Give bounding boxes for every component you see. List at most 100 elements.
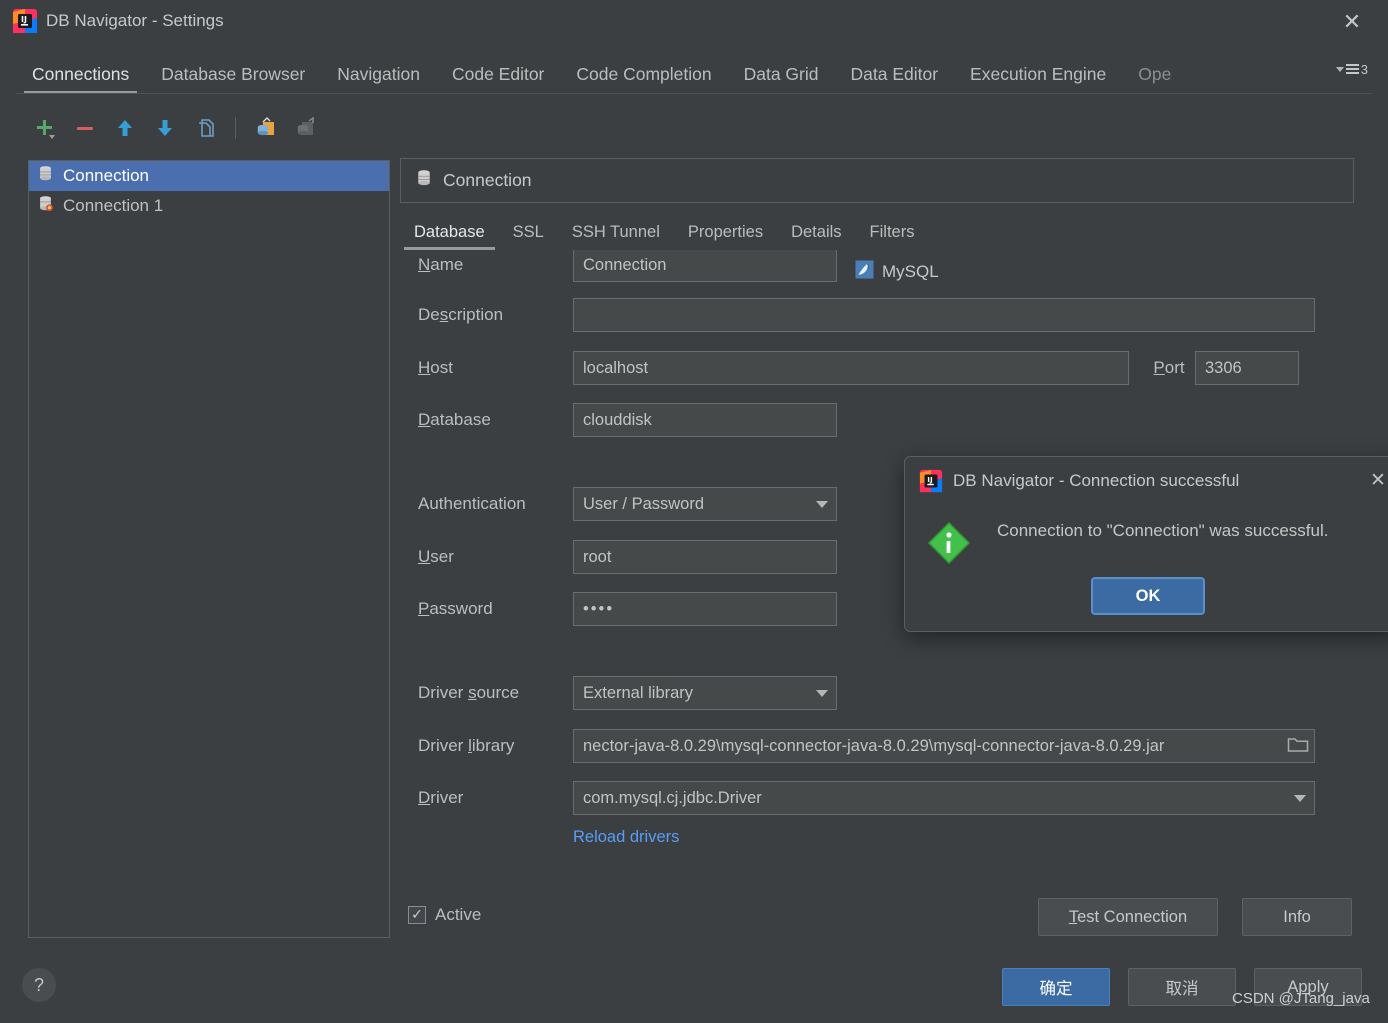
mysql-icon: [855, 260, 874, 284]
tab-execution-engine[interactable]: Execution Engine: [954, 64, 1122, 94]
chevron-down-icon: [816, 689, 828, 697]
svg-text:IJ: IJ: [927, 475, 933, 484]
database-type-label: MySQL: [882, 262, 939, 281]
test-connection-label: Test Connection: [1068, 907, 1188, 926]
connection-list[interactable]: Connection Connection 1: [28, 160, 390, 938]
connection-successful-dialog: IJ DB Navigator - Connection successful …: [904, 456, 1388, 632]
tab-navigation[interactable]: Navigation: [321, 64, 436, 94]
driver-source-label: Driver source: [418, 683, 520, 702]
add-connection-button[interactable]: [28, 111, 62, 145]
duplicate-connection-button[interactable]: [188, 111, 222, 145]
driver-source-select[interactable]: External library: [573, 676, 837, 710]
remove-connection-button[interactable]: [68, 111, 102, 145]
folder-icon[interactable]: [1281, 735, 1309, 758]
subtab-properties[interactable]: Properties: [674, 222, 777, 250]
ok-button[interactable]: 确定: [1002, 968, 1110, 1006]
watermark: CSDN @JTang_java: [1232, 990, 1370, 1007]
tab-code-editor[interactable]: Code Editor: [436, 64, 560, 94]
driver-label: Driver: [418, 788, 464, 807]
import-connection-button[interactable]: [249, 111, 283, 145]
driver-library-label: Driver library: [418, 736, 515, 755]
subtab-ssl[interactable]: SSL: [499, 222, 558, 250]
close-icon[interactable]: ✕: [1363, 465, 1388, 495]
svg-text:IJ: IJ: [21, 15, 27, 24]
close-icon[interactable]: ✕: [1334, 4, 1370, 40]
info-button[interactable]: Info: [1242, 898, 1352, 936]
password-input[interactable]: ••••: [573, 592, 837, 626]
subtab-database[interactable]: Database: [400, 222, 499, 250]
tab-overflow-button[interactable]: 3: [1335, 62, 1368, 77]
host-input[interactable]: localhost: [573, 351, 1129, 385]
intellij-idea-icon: IJ: [12, 8, 38, 34]
tab-operations[interactable]: Ope: [1122, 64, 1187, 94]
list-item-connection-1[interactable]: Connection 1: [29, 191, 389, 221]
port-input[interactable]: 3306: [1195, 351, 1299, 385]
authentication-label: Authentication: [418, 494, 526, 513]
tab-code-completion[interactable]: Code Completion: [560, 64, 727, 94]
port-label: Port: [1153, 358, 1185, 377]
chevron-down-icon: [1294, 794, 1306, 802]
tab-data-editor[interactable]: Data Editor: [835, 64, 955, 94]
cancel-button[interactable]: 取消: [1128, 968, 1236, 1006]
chevron-down-icon: [1335, 67, 1344, 72]
move-down-button[interactable]: [148, 111, 182, 145]
driver-select[interactable]: com.mysql.cj.jdbc.Driver: [573, 781, 1315, 815]
help-button[interactable]: ?: [22, 968, 56, 1002]
connection-detail-header: Connection: [400, 158, 1354, 203]
active-checkbox[interactable]: ✓ Active: [408, 905, 481, 925]
name-label: Name: [418, 255, 464, 274]
tab-overflow-count: 3: [1360, 62, 1368, 77]
title-bar: IJ DB Navigator - Settings ✕: [0, 0, 1388, 44]
host-row: Host localhost Port 3306: [418, 351, 1338, 385]
database-label: Database: [418, 410, 491, 429]
detail-header-title: Connection: [443, 170, 532, 190]
subtab-ssh-tunnel[interactable]: SSH Tunnel: [558, 222, 674, 250]
authentication-value: User / Password: [583, 494, 705, 513]
active-label: Active: [435, 905, 482, 924]
user-input[interactable]: root: [573, 540, 837, 574]
tab-bar-divider: [16, 93, 1372, 94]
export-connection-button[interactable]: [289, 111, 323, 145]
list-item-label: Connection: [63, 166, 150, 185]
user-label: User: [418, 547, 454, 566]
tab-connections[interactable]: Connections: [16, 64, 145, 94]
reload-drivers-link[interactable]: Reload drivers: [573, 828, 679, 847]
driver-library-value: nector-java-8.0.29\mysql-connector-java-…: [583, 736, 1165, 755]
database-icon: [415, 169, 433, 192]
list-item-label: Connection 1: [63, 196, 164, 215]
settings-window: IJ DB Navigator - Settings ✕ Connections…: [0, 0, 1388, 1023]
description-row: Description: [418, 298, 1338, 332]
description-input[interactable]: [573, 298, 1315, 332]
toolbar-separator: [235, 117, 236, 139]
subtab-filters[interactable]: Filters: [856, 222, 929, 250]
dialog-title: DB Navigator - Connection successful: [953, 471, 1240, 490]
list-item-connection[interactable]: Connection: [29, 161, 389, 191]
tab-database-browser[interactable]: Database Browser: [145, 64, 321, 94]
subtab-details[interactable]: Details: [777, 222, 855, 250]
password-label: Password: [418, 599, 493, 618]
intellij-idea-icon: IJ: [919, 469, 943, 493]
database-icon: [37, 165, 54, 187]
database-error-icon: [37, 195, 54, 217]
connections-toolbar: [28, 108, 323, 148]
tab-data-grid[interactable]: Data Grid: [728, 64, 835, 94]
chevron-down-icon: [816, 500, 828, 508]
info-diamond-icon: [925, 519, 973, 567]
database-input[interactable]: clouddisk: [573, 403, 837, 437]
authentication-select[interactable]: User / Password: [573, 487, 837, 521]
driver-library-input[interactable]: nector-java-8.0.29\mysql-connector-java-…: [573, 729, 1315, 763]
window-title: DB Navigator - Settings: [46, 11, 224, 30]
list-icon: [1345, 63, 1359, 76]
checkbox-box[interactable]: ✓: [408, 906, 426, 924]
dialog-ok-button[interactable]: OK: [1091, 577, 1205, 615]
host-label: Host: [418, 358, 453, 377]
dialog-message: Connection to "Connection" was successfu…: [997, 521, 1329, 540]
test-connection-button[interactable]: Test Connection: [1038, 898, 1218, 936]
reload-drivers-row: Reload drivers: [573, 828, 679, 847]
driver-source-value: External library: [583, 683, 694, 702]
database-row: Database clouddisk: [418, 403, 1338, 437]
move-up-button[interactable]: [108, 111, 142, 145]
driver-source-row: Driver source External library: [418, 676, 1338, 710]
name-input[interactable]: Connection: [573, 250, 837, 282]
driver-value: com.mysql.cj.jdbc.Driver: [583, 788, 762, 807]
